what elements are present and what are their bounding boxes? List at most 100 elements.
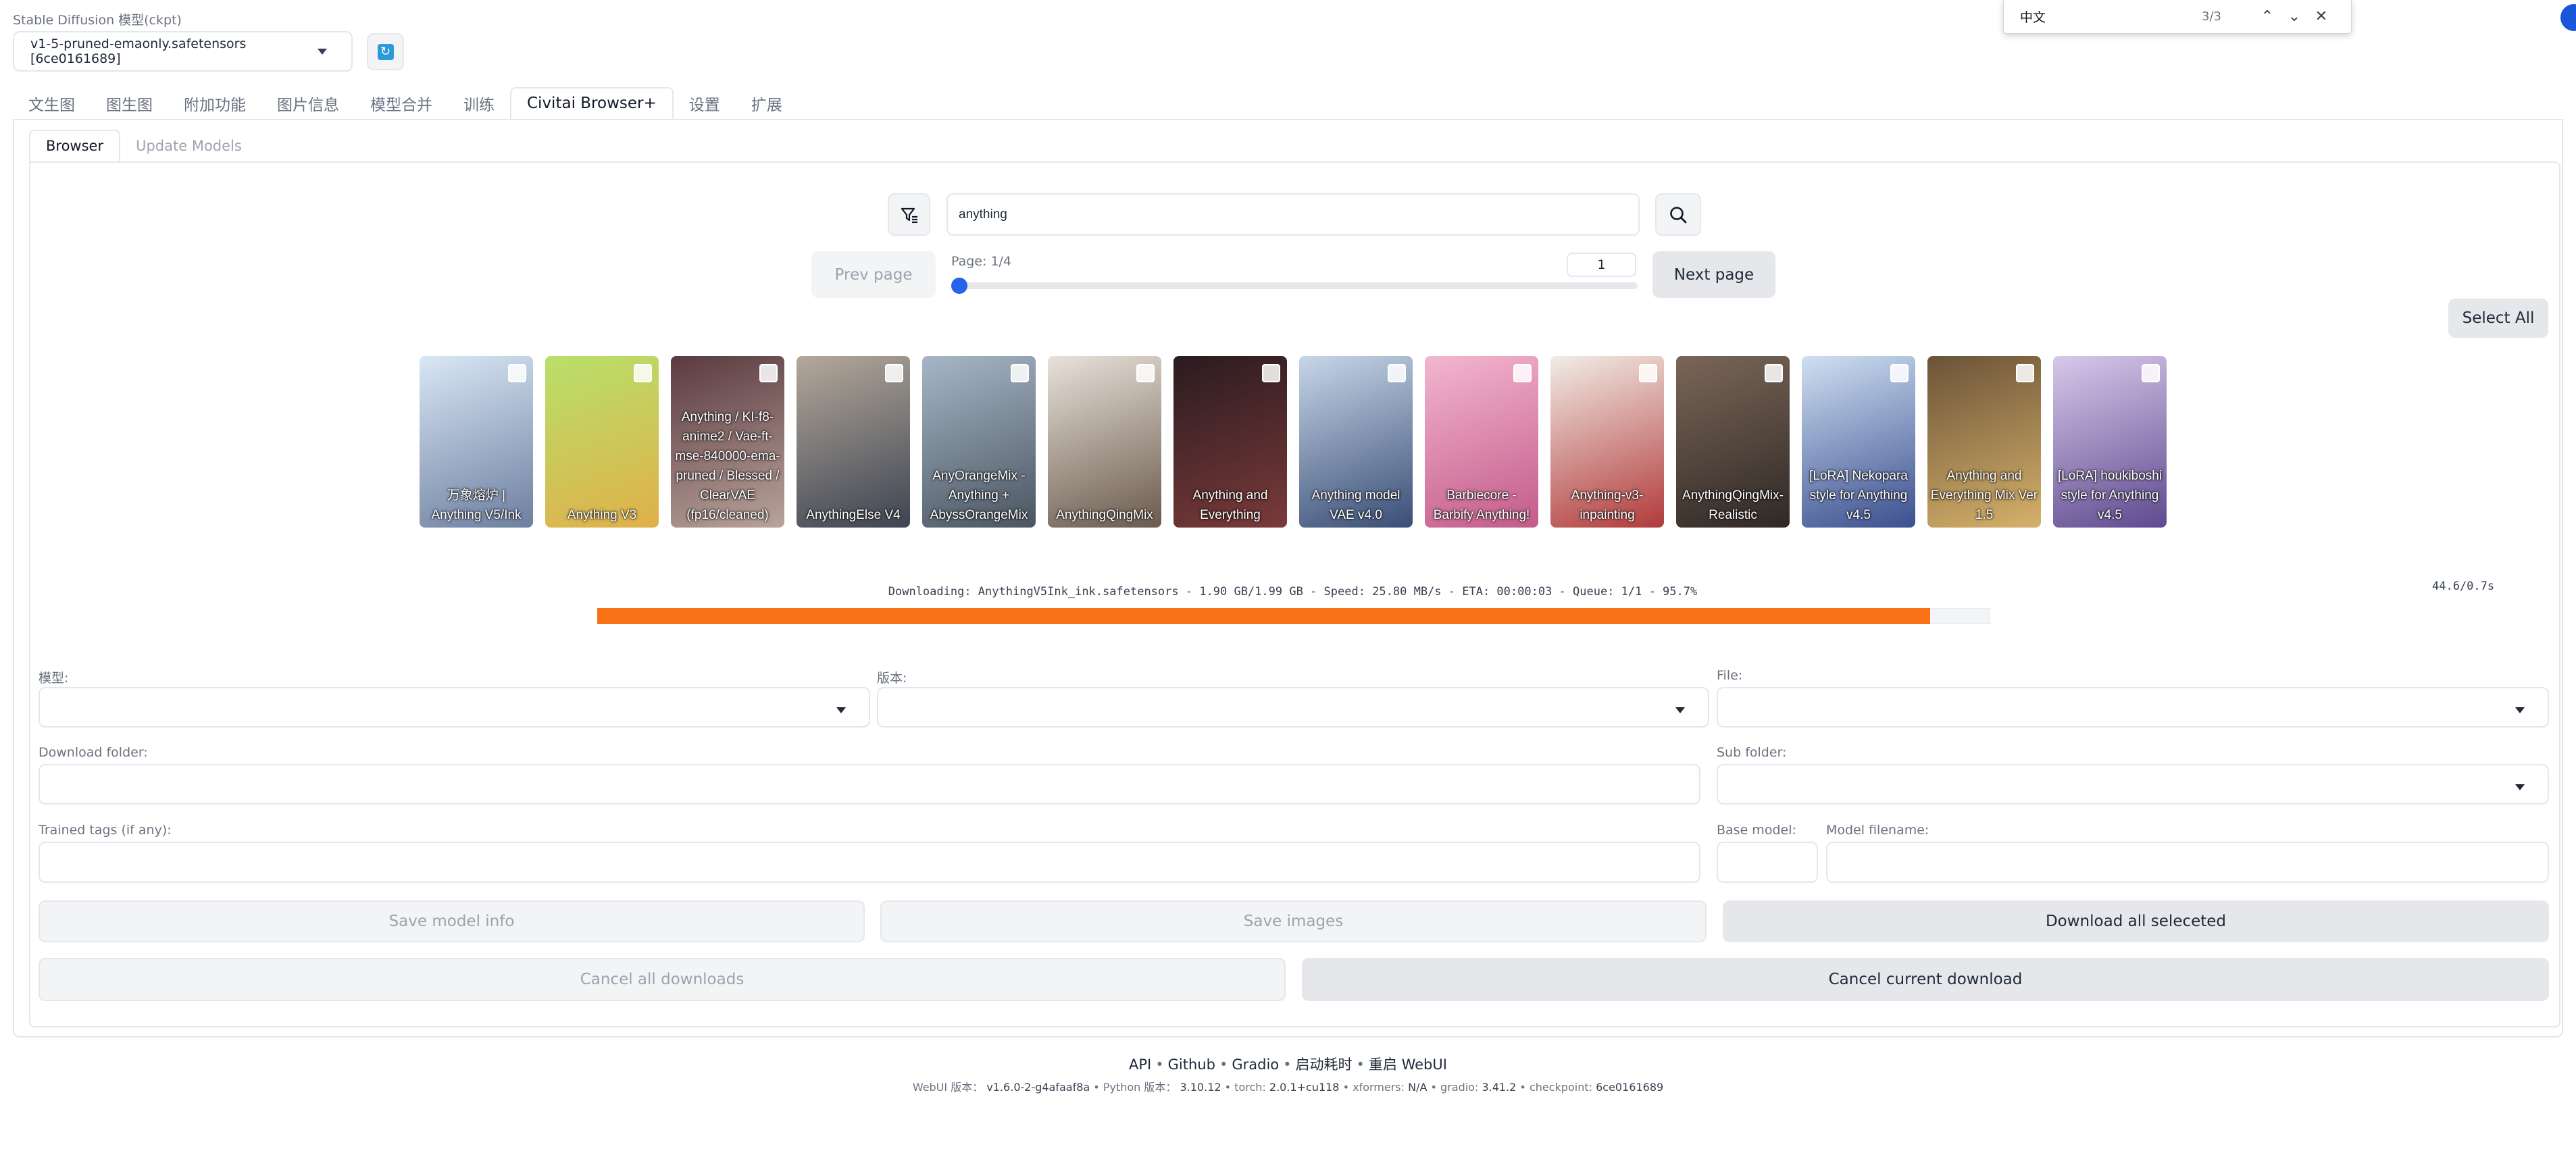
file-field-label: File: [1717,668,1743,683]
model-card[interactable]: AnythingElse V4 [797,356,910,528]
model-card-checkbox[interactable] [1513,364,1532,382]
refresh-models-button[interactable]: ↻ [367,33,404,70]
trained-tags-label: Trained tags (if any): [39,823,172,838]
model-selector-dropdown[interactable]: v1-5-pruned-emaonly.safetensors [6ce0161… [13,31,353,72]
chevron-down-icon [318,49,327,55]
footer-info-key: Python 版本： [1103,1081,1177,1094]
model-card-checkbox[interactable] [885,364,903,382]
footer-separator: • [1221,1081,1235,1094]
footer-link[interactable]: Gradio [1232,1056,1279,1073]
tab-main-4[interactable]: 模型合并 [355,87,448,120]
model-card-checkbox[interactable] [1639,364,1657,382]
tab-browser[interactable]: Browser [29,130,121,162]
footer-info-value: N/A [1408,1081,1428,1094]
find-bar: 中文 3/3 ⌃ ⌄ ✕ [2003,0,2352,34]
model-card[interactable]: Anything / KI-f8-anime2 / Vae-ft-mse-840… [671,356,784,528]
model-card-checkbox[interactable] [759,364,778,382]
footer-separator: • [1516,1081,1530,1094]
footer-link[interactable]: 启动耗时 [1296,1056,1353,1073]
chevron-down-icon [2515,784,2525,790]
model-card[interactable]: [LoRA] houkiboshi style for Anything v4.… [2053,356,2167,528]
download-all-selected-button[interactable]: Download all seleceted [1723,900,2549,942]
model-card[interactable]: Anything and Everything [1173,356,1287,528]
page-label: Page: 1/4 [951,254,1012,269]
model-card-checkbox[interactable] [1136,364,1155,382]
chevron-down-icon [2515,707,2525,713]
model-card-checkbox[interactable] [634,364,652,382]
footer-link[interactable]: API [1129,1056,1151,1073]
filter-button[interactable] [888,193,930,236]
version-dropdown[interactable] [877,687,1709,728]
model-card-checkbox[interactable] [1388,364,1406,382]
chevron-up-icon[interactable]: ⌃ [2254,8,2281,25]
chevron-down-icon[interactable]: ⌄ [2281,8,2308,25]
page-slider[interactable] [953,282,1638,289]
chevron-down-icon [836,707,846,713]
model-card[interactable]: Barbiecore - Barbify Anything! [1425,356,1538,528]
footer-link[interactable]: Github [1168,1056,1215,1073]
model-card[interactable]: Anything V3 [545,356,659,528]
search-button[interactable] [1655,193,1701,236]
save-images-button[interactable]: Save images [880,900,1707,942]
download-folder-input[interactable] [39,764,1700,805]
search-input[interactable] [946,193,1640,236]
base-model-label: Base model: [1717,823,1796,838]
footer-info-key: checkpoint: [1529,1081,1592,1094]
filter-icon [901,207,917,223]
footer-link[interactable]: 重启 WebUI [1369,1056,1447,1073]
sub-folder-dropdown[interactable] [1717,764,2549,805]
model-card-checkbox[interactable] [1765,364,1783,382]
select-all-button[interactable]: Select All [2448,299,2548,338]
prev-page-button[interactable]: Prev page [811,251,936,298]
page-slider-handle[interactable] [951,278,967,294]
model-card[interactable]: Anything-v3-inpainting [1550,356,1664,528]
version-field-label: 版本: [877,671,907,686]
model-card-checkbox[interactable] [1890,364,1909,382]
find-query-input[interactable]: 中文 [2020,7,2202,26]
tab-main-6[interactable]: Civitai Browser+ [510,87,674,120]
trained-tags-input[interactable] [39,842,1700,883]
footer-info-value: 3.41.2 [1482,1081,1517,1094]
sub-folder-label: Sub folder: [1717,745,1787,760]
model-selector-label: Stable Diffusion 模型(ckpt) [13,13,182,28]
model-card-checkbox[interactable] [1262,364,1280,382]
tab-main-1[interactable]: 图生图 [91,87,168,120]
footer-info-value: 6ce0161689 [1596,1081,1664,1094]
model-card-title: Anything and Everything [1192,488,1268,522]
model-card-title: Anything model VAE v4.0 [1311,488,1400,522]
file-dropdown[interactable] [1717,687,2549,728]
model-card-title: [LoRA] houkiboshi style for Anything v4.… [2057,469,2163,522]
footer-info-key: xformers: [1353,1081,1405,1094]
save-model-info-button[interactable]: Save model info [39,900,865,942]
tab-main-3[interactable]: 图片信息 [261,87,355,120]
tab-main-5[interactable]: 训练 [448,87,510,120]
tab-main-8[interactable]: 扩展 [736,87,798,120]
model-card-checkbox[interactable] [1011,364,1029,382]
model-card[interactable]: AnyOrangeMix - Anything + AbyssOrangeMix [922,356,1036,528]
model-dropdown[interactable] [39,687,870,728]
model-card-checkbox[interactable] [2142,364,2160,382]
tab-main-0[interactable]: 文生图 [13,87,91,120]
base-model-input[interactable] [1717,842,1818,883]
tab-update-models[interactable]: Update Models [120,130,257,162]
model-card[interactable]: Anything and Everything Mix Ver 1.5 [1927,356,2041,528]
cancel-current-download-button[interactable]: Cancel current download [1302,958,2549,1001]
model-card-checkbox[interactable] [508,364,526,382]
model-card[interactable]: 万象熔炉 | Anything V5/Ink [420,356,533,528]
search-icon [1670,206,1687,223]
model-card[interactable]: Anything model VAE v4.0 [1299,356,1413,528]
model-card[interactable]: AnythingQingMix [1048,356,1161,528]
model-card[interactable]: [LoRA] Nekopara style for Anything v4.5 [1802,356,1915,528]
tab-main-7[interactable]: 设置 [674,87,736,120]
next-page-button[interactable]: Next page [1652,251,1775,298]
footer-info-value: v1.6.0-2-g4afaaf8a [986,1081,1090,1094]
page-number-input[interactable]: 1 [1567,253,1636,277]
footer-info-key: torch: [1234,1081,1266,1094]
model-card-checkbox[interactable] [2016,364,2034,382]
model-filename-input[interactable] [1826,842,2549,883]
model-card[interactable]: AnythingQingMix-Realistic [1676,356,1790,528]
browser-extension-icon[interactable] [2560,4,2576,31]
close-icon[interactable]: ✕ [2308,8,2335,25]
cancel-all-downloads-button[interactable]: Cancel all downloads [39,958,1286,1001]
tab-main-2[interactable]: 附加功能 [168,87,261,120]
